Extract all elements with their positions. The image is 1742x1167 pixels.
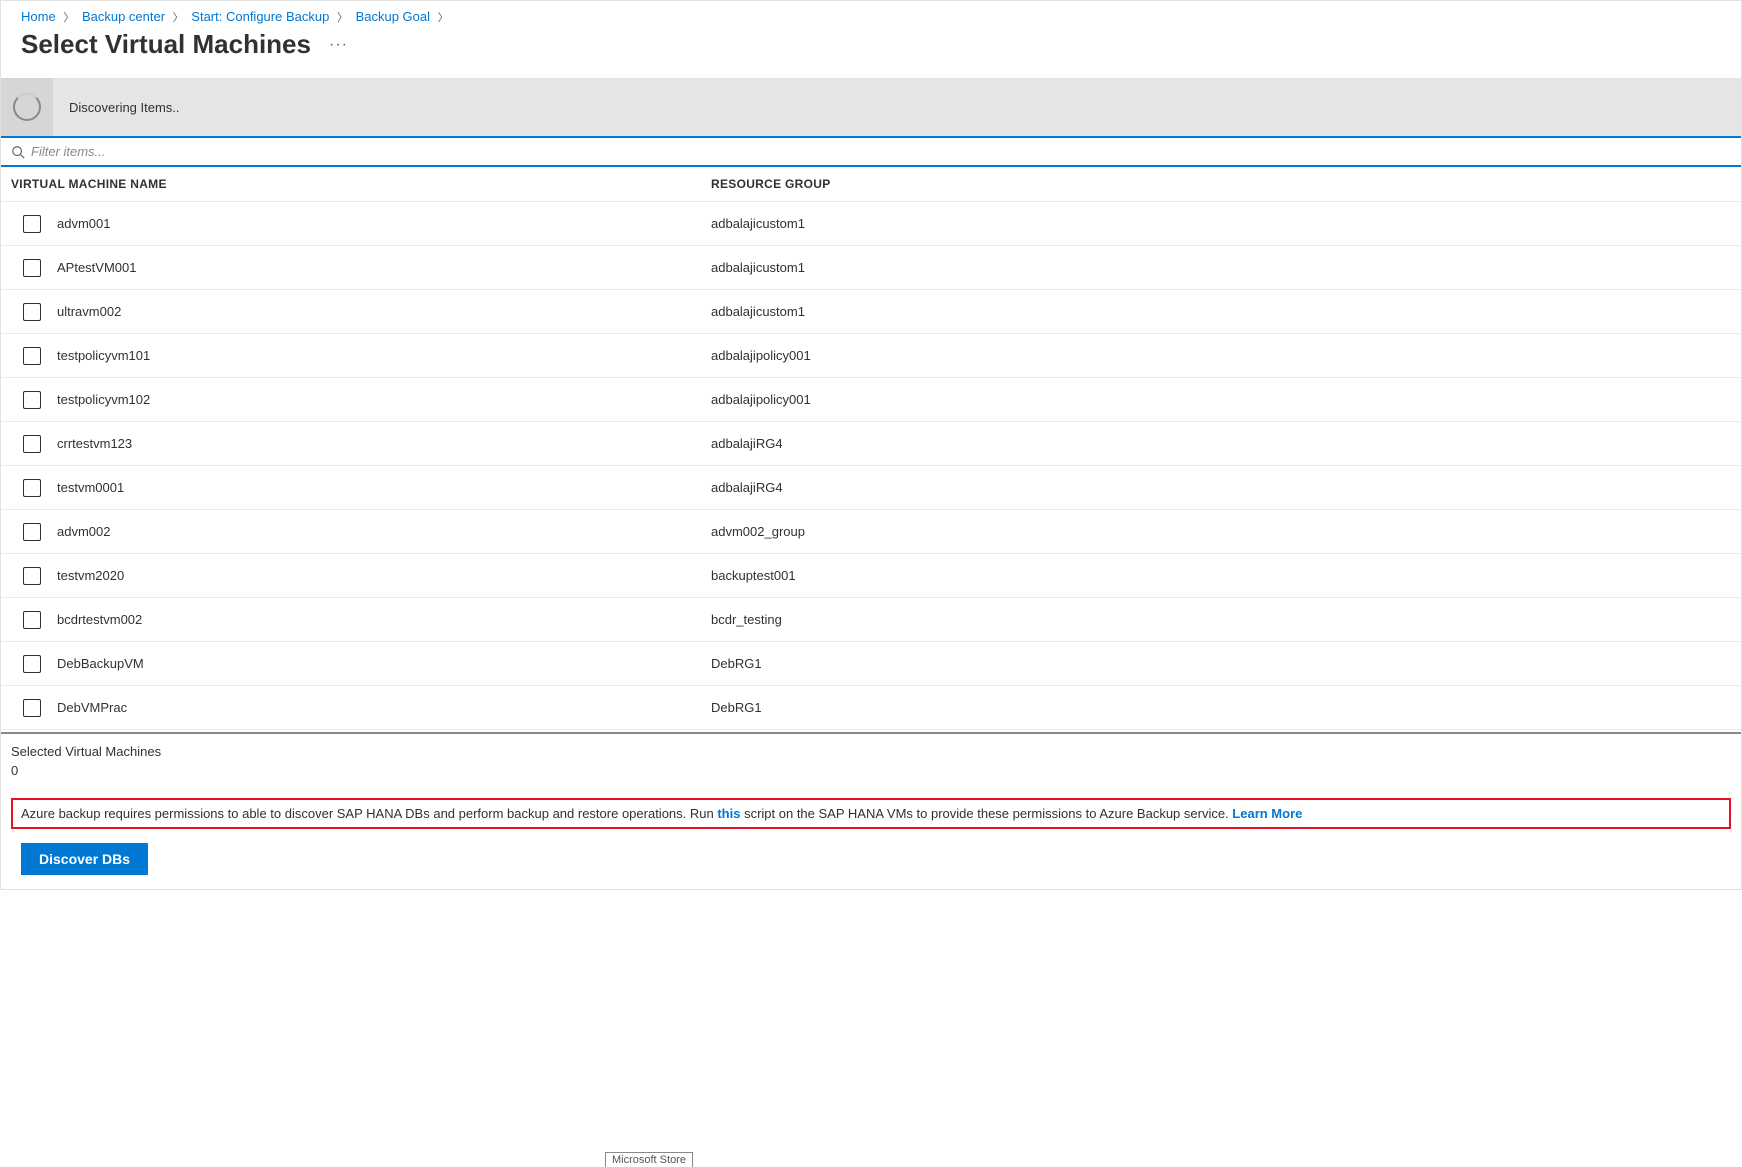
vm-name: advm002 <box>57 524 711 539</box>
table-row: crrtestvm123adbalajiRG4 <box>1 422 1741 466</box>
script-link[interactable]: this <box>717 806 740 821</box>
selected-count: 0 <box>11 763 1731 778</box>
loading-spinner-icon <box>13 93 41 121</box>
filter-input[interactable] <box>31 144 1731 159</box>
page-title: Select Virtual Machines <box>21 29 311 60</box>
table-row: testvm2020backuptest001 <box>1 554 1741 598</box>
vm-name: crrtestvm123 <box>57 436 711 451</box>
table-row: APtestVM001adbalajicustom1 <box>1 246 1741 290</box>
vm-name: ultravm002 <box>57 304 711 319</box>
breadcrumb-configure-backup[interactable]: Start: Configure Backup <box>191 9 329 24</box>
microsoft-store-tooltip: Microsoft Store <box>605 1152 693 1167</box>
row-checkbox[interactable] <box>23 259 41 277</box>
status-text: Discovering Items.. <box>53 100 180 115</box>
status-bar: Discovering Items.. <box>1 78 1741 136</box>
discover-dbs-button[interactable]: Discover DBs <box>21 843 148 875</box>
resource-group-name: adbalajipolicy001 <box>711 348 1731 363</box>
vm-name: DebBackupVM <box>57 656 711 671</box>
row-checkbox[interactable] <box>23 655 41 673</box>
selected-label: Selected Virtual Machines <box>11 744 1731 759</box>
breadcrumb-home[interactable]: Home <box>21 9 56 24</box>
row-checkbox[interactable] <box>23 303 41 321</box>
table-row: advm002advm002_group <box>1 510 1741 554</box>
resource-group-name: advm002_group <box>711 524 1731 539</box>
learn-more-link[interactable]: Learn More <box>1232 806 1302 821</box>
resource-group-name: DebRG1 <box>711 656 1731 671</box>
row-checkbox[interactable] <box>23 699 41 717</box>
breadcrumb: Home 〉 Backup center 〉 Start: Configure … <box>1 1 1741 27</box>
vm-name: advm001 <box>57 216 711 231</box>
table-row: bcdrtestvm002bcdr_testing <box>1 598 1741 642</box>
table-row: DebVMPracDebRG1 <box>1 686 1741 730</box>
table-row: advm001adbalajicustom1 <box>1 202 1741 246</box>
resource-group-name: adbalajicustom1 <box>711 260 1731 275</box>
table-row: testpolicyvm101adbalajipolicy001 <box>1 334 1741 378</box>
column-header-rg: RESOURCE GROUP <box>711 177 1731 191</box>
resource-group-name: adbalajiRG4 <box>711 436 1731 451</box>
row-checkbox[interactable] <box>23 215 41 233</box>
row-checkbox[interactable] <box>23 479 41 497</box>
breadcrumb-backup-center[interactable]: Backup center <box>82 9 165 24</box>
chevron-right-icon: 〉 <box>173 12 184 24</box>
vm-name: APtestVM001 <box>57 260 711 275</box>
vm-name: testpolicyvm101 <box>57 348 711 363</box>
vm-name: bcdrtestvm002 <box>57 612 711 627</box>
resource-group-name: adbalajicustom1 <box>711 216 1731 231</box>
search-icon <box>11 145 25 159</box>
info-text-middle: script on the SAP HANA VMs to provide th… <box>740 806 1232 821</box>
filter-row <box>1 136 1741 167</box>
row-checkbox[interactable] <box>23 347 41 365</box>
row-checkbox[interactable] <box>23 567 41 585</box>
resource-group-name: bcdr_testing <box>711 612 1731 627</box>
resource-group-name: backuptest001 <box>711 568 1731 583</box>
resource-group-name: adbalajipolicy001 <box>711 392 1731 407</box>
vm-name: DebVMPrac <box>57 700 711 715</box>
table-header: VIRTUAL MACHINE NAME RESOURCE GROUP <box>1 167 1741 202</box>
table-row: testpolicyvm102adbalajipolicy001 <box>1 378 1741 422</box>
vm-name: testpolicyvm102 <box>57 392 711 407</box>
resource-group-name: adbalajicustom1 <box>711 304 1731 319</box>
chevron-right-icon: 〉 <box>438 12 449 24</box>
row-checkbox[interactable] <box>23 391 41 409</box>
vm-name: testvm2020 <box>57 568 711 583</box>
row-checkbox[interactable] <box>23 523 41 541</box>
table-row: DebBackupVMDebRG1 <box>1 642 1741 686</box>
vm-name: testvm0001 <box>57 480 711 495</box>
breadcrumb-backup-goal[interactable]: Backup Goal <box>356 9 430 24</box>
table-row: ultravm002adbalajicustom1 <box>1 290 1741 334</box>
resource-group-name: adbalajiRG4 <box>711 480 1731 495</box>
chevron-right-icon: 〉 <box>337 12 348 24</box>
info-text-prefix: Azure backup requires permissions to abl… <box>21 806 717 821</box>
row-checkbox[interactable] <box>23 611 41 629</box>
table-row: testvm0001adbalajiRG4 <box>1 466 1741 510</box>
selected-section: Selected Virtual Machines 0 <box>1 734 1741 784</box>
chevron-right-icon: 〉 <box>63 12 74 24</box>
resource-group-name: DebRG1 <box>711 700 1731 715</box>
more-actions-button[interactable]: ··· <box>329 36 348 54</box>
info-message: Azure backup requires permissions to abl… <box>11 798 1731 829</box>
vm-table: VIRTUAL MACHINE NAME RESOURCE GROUP advm… <box>1 167 1741 730</box>
row-checkbox[interactable] <box>23 435 41 453</box>
column-header-name: VIRTUAL MACHINE NAME <box>11 177 711 191</box>
spinner-container <box>1 78 53 136</box>
